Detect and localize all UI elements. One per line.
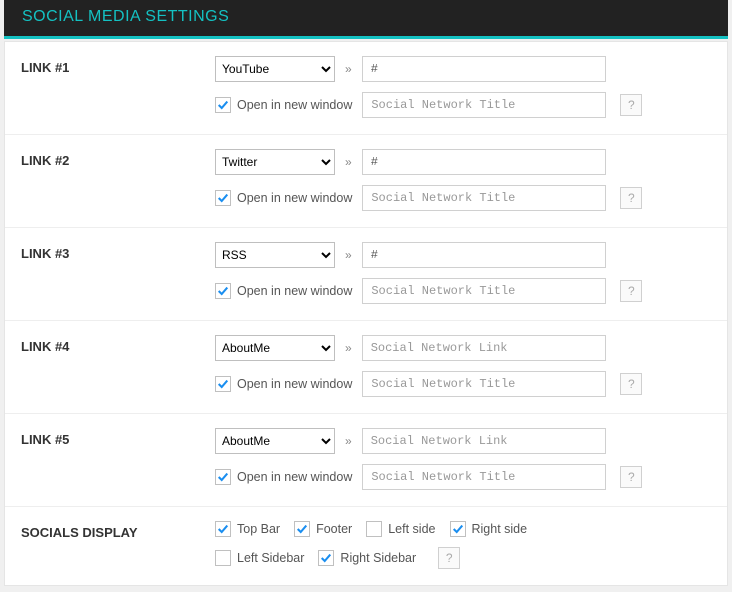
display-opt-leftside[interactable] <box>366 521 382 537</box>
display-opt-leftsidebar[interactable] <box>215 550 231 566</box>
row-label: LINK #4 <box>21 335 215 354</box>
new-window-checkbox-4[interactable] <box>215 376 231 392</box>
new-window-checkbox-3[interactable] <box>215 283 231 299</box>
arrow-icon: » <box>343 434 354 448</box>
help-button-4[interactable]: ? <box>620 373 642 395</box>
display-opt-label: Top Bar <box>237 522 280 536</box>
settings-panel: SOCIAL MEDIA SETTINGS LINK #1 YouTube » … <box>0 0 732 592</box>
help-button-5[interactable]: ? <box>620 466 642 488</box>
network-select-2[interactable]: Twitter <box>215 149 335 175</box>
link-title-input-1[interactable] <box>362 92 606 118</box>
link-url-input-1[interactable] <box>362 56 606 82</box>
help-button-display[interactable]: ? <box>438 547 460 569</box>
new-window-checkbox-1[interactable] <box>215 97 231 113</box>
arrow-icon: » <box>343 248 354 262</box>
display-opt-footer[interactable] <box>294 521 310 537</box>
row-label: LINK #2 <box>21 149 215 168</box>
link-title-input-4[interactable] <box>362 371 606 397</box>
display-opt-label: Left Sidebar <box>237 551 304 565</box>
link-title-input-2[interactable] <box>362 185 606 211</box>
arrow-icon: » <box>343 341 354 355</box>
new-window-checkbox-2[interactable] <box>215 190 231 206</box>
display-opt-label: Footer <box>316 522 352 536</box>
section-title: SOCIAL MEDIA SETTINGS <box>22 8 229 25</box>
link-url-input-4[interactable] <box>362 335 606 361</box>
display-opt-label: Left side <box>388 522 435 536</box>
row-label: LINK #3 <box>21 242 215 261</box>
help-button-3[interactable]: ? <box>620 280 642 302</box>
arrow-icon: » <box>343 155 354 169</box>
display-row: SOCIALS DISPLAY Top Bar Footer Left side <box>5 507 727 585</box>
section-header: SOCIAL MEDIA SETTINGS <box>4 0 728 39</box>
new-window-label: Open in new window <box>237 98 352 112</box>
link-row-3: LINK #3 RSS » Open in new window ? <box>5 228 727 321</box>
network-select-3[interactable]: RSS <box>215 242 335 268</box>
link-title-input-5[interactable] <box>362 464 606 490</box>
settings-body: LINK #1 YouTube » Open in new window ? <box>4 41 728 586</box>
link-title-input-3[interactable] <box>362 278 606 304</box>
row-label: SOCIALS DISPLAY <box>21 521 215 540</box>
help-button-1[interactable]: ? <box>620 94 642 116</box>
network-select-5[interactable]: AboutMe <box>215 428 335 454</box>
row-label: LINK #1 <box>21 56 215 75</box>
link-row-2: LINK #2 Twitter » Open in new window ? <box>5 135 727 228</box>
link-row-4: LINK #4 AboutMe » Open in new window ? <box>5 321 727 414</box>
display-line-2: Left Sidebar Right Sidebar ? <box>215 547 711 569</box>
link-row-5: LINK #5 AboutMe » Open in new window ? <box>5 414 727 507</box>
display-opt-topbar[interactable] <box>215 521 231 537</box>
help-button-2[interactable]: ? <box>620 187 642 209</box>
link-row-1: LINK #1 YouTube » Open in new window ? <box>5 42 727 135</box>
network-select-1[interactable]: YouTube <box>215 56 335 82</box>
display-opt-label: Right side <box>472 522 528 536</box>
link-url-input-3[interactable] <box>362 242 606 268</box>
new-window-label: Open in new window <box>237 377 352 391</box>
new-window-label: Open in new window <box>237 470 352 484</box>
network-select-4[interactable]: AboutMe <box>215 335 335 361</box>
display-line-1: Top Bar Footer Left side Right side <box>215 521 711 537</box>
display-opt-label: Right Sidebar <box>340 551 416 565</box>
new-window-label: Open in new window <box>237 284 352 298</box>
link-url-input-2[interactable] <box>362 149 606 175</box>
row-label: LINK #5 <box>21 428 215 447</box>
display-opt-rightsidebar[interactable] <box>318 550 334 566</box>
display-opt-rightside[interactable] <box>450 521 466 537</box>
new-window-label: Open in new window <box>237 191 352 205</box>
link-url-input-5[interactable] <box>362 428 606 454</box>
new-window-checkbox-5[interactable] <box>215 469 231 485</box>
arrow-icon: » <box>343 62 354 76</box>
